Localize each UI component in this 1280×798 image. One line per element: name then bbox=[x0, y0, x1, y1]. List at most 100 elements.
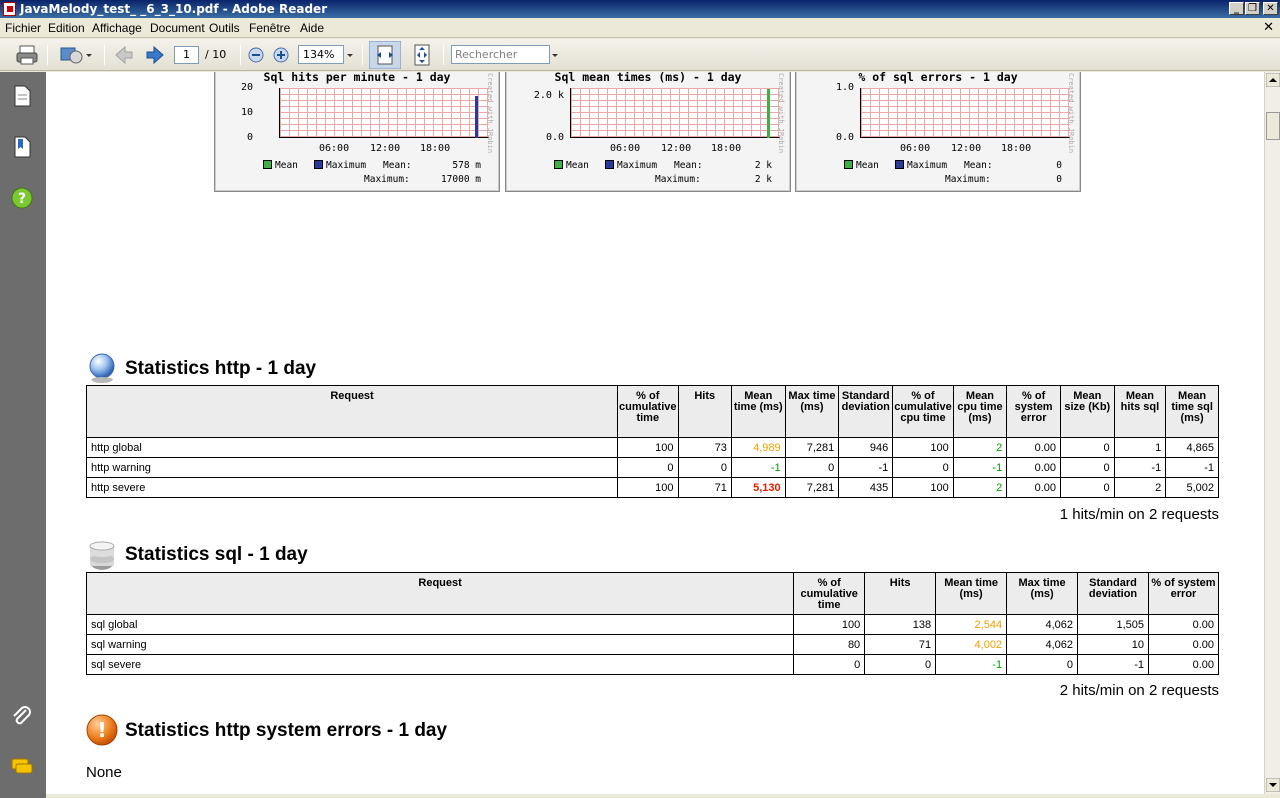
fit-width-icon[interactable] bbox=[369, 41, 401, 69]
table-cell: 7,281 bbox=[784, 477, 840, 498]
request-link[interactable]: http severe bbox=[85, 477, 619, 498]
legend-max-value: 2 k bbox=[754, 174, 772, 185]
section-title: Statistics http - 1 day bbox=[125, 358, 317, 379]
column-header[interactable]: Max time (ms) bbox=[784, 385, 840, 438]
y-tick: 2.0 k bbox=[533, 90, 564, 101]
series-bar bbox=[767, 89, 770, 138]
menu-document[interactable]: Document bbox=[150, 21, 205, 35]
table-cell: 138 bbox=[864, 614, 937, 635]
http-statistics-table: Request % of cumulative time Hits Mean t… bbox=[85, 385, 1219, 498]
column-header[interactable]: Mean time (ms) bbox=[730, 385, 786, 438]
zoom-dropdown-icon[interactable] bbox=[344, 43, 356, 67]
toolbar-separator bbox=[47, 45, 48, 65]
table-cell: -1 bbox=[730, 457, 786, 478]
table-cell: 0.00 bbox=[1006, 457, 1062, 478]
table-row: http severe 100 71 5,130 7,281 435 100 2… bbox=[85, 477, 1219, 498]
column-header[interactable]: Mean cpu time (ms) bbox=[952, 385, 1008, 438]
column-header[interactable]: % of cumulative cpu time bbox=[892, 385, 954, 438]
column-header[interactable]: % of cumulative time bbox=[617, 385, 679, 438]
adobe-reader-icon bbox=[3, 2, 16, 16]
column-header[interactable]: Mean time (ms) bbox=[935, 572, 1008, 615]
print-icon[interactable] bbox=[14, 43, 40, 67]
minimize-button[interactable]: _ bbox=[1229, 2, 1244, 15]
legend-mean-value: 0 bbox=[1056, 160, 1062, 171]
table-cell: 0.00 bbox=[1006, 477, 1062, 498]
table-cell: 0 bbox=[677, 457, 732, 478]
legend-mean-value: 2 k bbox=[754, 160, 772, 171]
page-number-input[interactable]: 1 bbox=[174, 46, 199, 64]
table-cell: 0 bbox=[1006, 654, 1079, 675]
menu-fichier[interactable]: Fichier bbox=[5, 21, 41, 35]
table-cell: 2 bbox=[952, 437, 1008, 458]
table-cell: 80 bbox=[793, 634, 866, 655]
table-cell: 0 bbox=[793, 654, 866, 675]
zoom-input[interactable]: 134% bbox=[298, 45, 344, 64]
zoom-out-icon[interactable] bbox=[247, 43, 265, 67]
series-bar bbox=[475, 96, 478, 138]
page-total: / 10 bbox=[205, 48, 227, 61]
close-window-button[interactable]: ✕ bbox=[1263, 2, 1278, 15]
pages-icon[interactable] bbox=[10, 84, 34, 108]
bookmarks-icon[interactable] bbox=[10, 135, 34, 159]
request-link[interactable]: sql severe bbox=[85, 654, 795, 675]
column-header[interactable]: Request bbox=[85, 572, 795, 615]
scroll-up-icon[interactable] bbox=[1266, 73, 1280, 87]
collaborate-icon[interactable] bbox=[58, 43, 94, 67]
help-icon[interactable]: ? bbox=[10, 186, 34, 210]
search-input[interactable]: Rechercher bbox=[451, 45, 550, 64]
table-cell: 0.00 bbox=[1148, 654, 1219, 675]
fit-page-icon[interactable] bbox=[410, 43, 434, 67]
column-header[interactable]: Standard deviation bbox=[838, 385, 894, 438]
menu-aide[interactable]: Aide bbox=[300, 21, 324, 35]
table-cell: 0 bbox=[784, 457, 840, 478]
table-row: sql global 100 138 2,544 4,062 1,505 0.0… bbox=[85, 614, 1219, 635]
menu-fenetre[interactable]: Fenêtre bbox=[249, 21, 290, 35]
scroll-down-icon[interactable] bbox=[1266, 778, 1280, 792]
column-header[interactable]: Mean size (Kb) bbox=[1060, 385, 1115, 438]
previous-page-icon[interactable] bbox=[113, 43, 135, 67]
column-header[interactable]: Hits bbox=[677, 385, 732, 438]
column-header[interactable]: Max time (ms) bbox=[1006, 572, 1079, 615]
next-page-icon[interactable] bbox=[144, 43, 166, 67]
restore-button[interactable]: ❐ bbox=[1245, 2, 1260, 15]
menu-edition[interactable]: Edition bbox=[48, 21, 85, 35]
table-cell: -1 bbox=[838, 457, 894, 478]
column-header[interactable]: Standard deviation bbox=[1077, 572, 1149, 615]
column-header[interactable]: Mean time sql (ms) bbox=[1165, 385, 1219, 438]
column-header[interactable]: % of system error bbox=[1006, 385, 1062, 438]
menu-affichage[interactable]: Affichage bbox=[92, 21, 142, 35]
graph-title: Sql hits per minute - 1 day bbox=[263, 72, 451, 84]
request-link[interactable]: http global bbox=[85, 437, 619, 458]
column-header[interactable]: Hits bbox=[864, 572, 937, 615]
mean-swatch bbox=[263, 160, 272, 169]
request-link[interactable]: sql global bbox=[85, 614, 795, 635]
graph-legend: Mean bbox=[263, 160, 298, 171]
search-dropdown-icon[interactable] bbox=[550, 43, 562, 67]
table-cell: 4,865 bbox=[1165, 437, 1219, 458]
close-document-icon[interactable]: ✕ bbox=[1263, 20, 1274, 35]
table-row: http warning 0 0 -1 0 -1 0 -1 0.00 0 -1 … bbox=[85, 457, 1219, 478]
legend-mean-label: Mean: bbox=[383, 160, 412, 171]
zoom-in-icon[interactable] bbox=[272, 43, 290, 67]
column-header[interactable]: % of system error bbox=[1148, 572, 1219, 615]
column-header[interactable]: % of cumulative time bbox=[793, 572, 866, 615]
request-link[interactable]: sql warning bbox=[85, 634, 795, 655]
table-cell: 100 bbox=[892, 477, 954, 498]
menu-outils[interactable]: Outils bbox=[209, 21, 240, 35]
x-tick: 18:00 bbox=[1001, 143, 1032, 154]
graph-title: Sql mean times (ms) - 1 day bbox=[554, 72, 742, 84]
sql-summary: 2 hits/min on 2 requests bbox=[1059, 682, 1219, 699]
vertical-scrollbar[interactable] bbox=[1264, 72, 1280, 794]
x-tick: 06:00 bbox=[610, 143, 641, 154]
window-title: JavaMelody_test_ _6_3_10.pdf - Adobe Rea… bbox=[20, 2, 328, 16]
table-cell: 1,505 bbox=[1077, 614, 1149, 635]
column-header[interactable]: Request bbox=[85, 385, 619, 438]
comments-icon[interactable] bbox=[10, 755, 34, 779]
legend-max-value: 0 bbox=[1056, 174, 1062, 185]
column-header[interactable]: Mean hits sql bbox=[1113, 385, 1167, 438]
request-link[interactable]: http warning bbox=[85, 457, 619, 478]
attachments-icon[interactable] bbox=[10, 705, 34, 729]
graph-legend: Mean bbox=[844, 160, 879, 171]
database-icon bbox=[89, 541, 115, 570]
scroll-thumb[interactable] bbox=[1266, 112, 1280, 140]
